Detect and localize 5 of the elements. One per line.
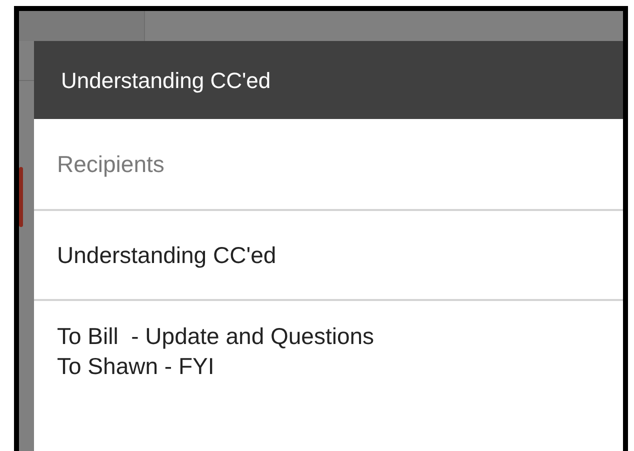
subject-field[interactable]: Understanding CC'ed	[34, 211, 623, 301]
dialog-title: Understanding CC'ed	[61, 66, 271, 95]
recipients-field[interactable]: Recipients	[34, 119, 623, 211]
side-marker	[19, 167, 23, 227]
message-body-field[interactable]: To Bill - Update and Questions To Shawn - FYI	[34, 301, 623, 451]
